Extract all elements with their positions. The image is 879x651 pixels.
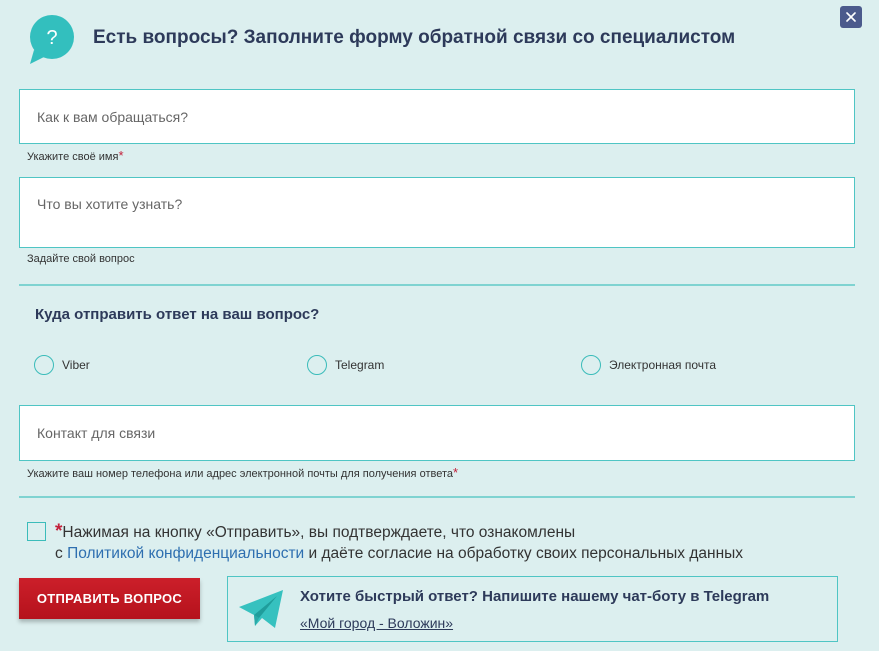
radio-circle[interactable] xyxy=(581,355,601,375)
question-hint: Задайте свой вопрос xyxy=(27,253,135,265)
close-icon xyxy=(846,12,856,22)
radio-label: Telegram xyxy=(335,358,385,372)
contact-input[interactable] xyxy=(19,405,855,461)
radio-telegram[interactable]: Telegram xyxy=(307,355,384,375)
radio-circle[interactable] xyxy=(307,355,327,375)
radio-label: Электронная почта xyxy=(609,358,717,372)
telegram-promo: Хотите быстрый ответ? Напишите нашему ча… xyxy=(227,576,838,642)
submit-button[interactable]: ОТПРАВИТЬ ВОПРОС xyxy=(19,578,200,619)
radio-circle[interactable] xyxy=(34,355,54,375)
reply-section-title: Куда отправить ответ на ваш вопрос? xyxy=(35,306,320,323)
privacy-policy-link[interactable]: Политикой конфиденциальности xyxy=(67,545,304,562)
contact-hint: Укажите ваш номер телефона или адрес эле… xyxy=(27,465,459,480)
section-divider xyxy=(19,284,855,286)
page-title: Есть вопросы? Заполните форму обратной с… xyxy=(93,27,736,48)
name-hint: Укажите своё имя* xyxy=(27,148,124,163)
radio-label: Viber xyxy=(62,358,90,372)
telegram-bot-link[interactable]: «Мой город - Воложин» xyxy=(300,615,453,631)
question-input[interactable] xyxy=(19,177,855,248)
telegram-plane-icon xyxy=(237,588,285,632)
consent-text: *Нажимая на кнопку «Отправить», вы подтв… xyxy=(55,521,744,562)
section-divider xyxy=(19,496,855,498)
svg-text:?: ? xyxy=(46,27,57,49)
question-bubble-icon: ? xyxy=(26,14,78,66)
radio-email[interactable]: Электронная почта xyxy=(581,355,716,375)
form-header: ? Есть вопросы? Заполните форму обратной… xyxy=(26,14,735,66)
close-button[interactable] xyxy=(840,6,862,28)
telegram-promo-title: Хотите быстрый ответ? Напишите нашему ча… xyxy=(300,588,770,605)
radio-viber[interactable]: Viber xyxy=(34,355,90,375)
name-input[interactable] xyxy=(19,89,855,144)
consent-checkbox[interactable] xyxy=(27,522,46,541)
